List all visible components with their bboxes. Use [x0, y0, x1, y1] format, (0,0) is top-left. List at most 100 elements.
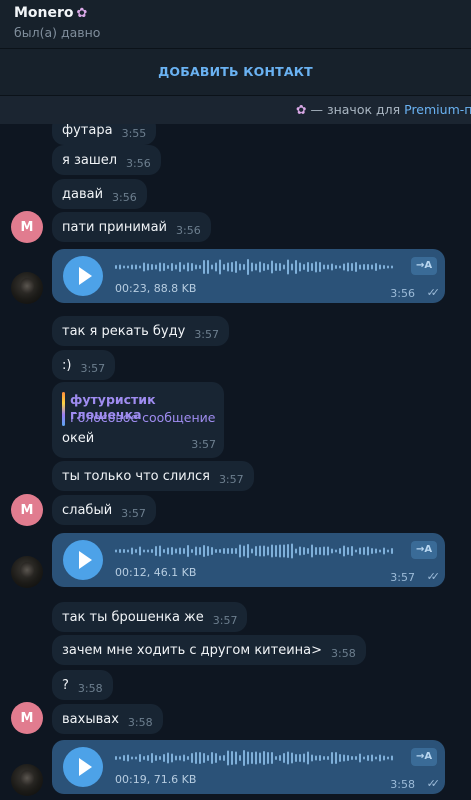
- waveform-bar: [279, 755, 281, 761]
- waveform-bar: [191, 753, 193, 763]
- message-bubble: зачем мне ходить с другом китеина> 3:58: [52, 635, 366, 665]
- waveform-bar: [303, 753, 305, 763]
- waveform-bar: [175, 264, 177, 270]
- waveform-bar: [143, 262, 145, 272]
- waveform[interactable]: [115, 259, 395, 275]
- reply-subtitle[interactable]: Голосовое сообщение: [70, 410, 215, 425]
- waveform-bar: [295, 260, 297, 274]
- waveform-bar: [295, 548, 297, 554]
- transcribe-icon[interactable]: →A: [411, 257, 437, 275]
- waveform-bar: [159, 756, 161, 760]
- play-icon[interactable]: [63, 540, 103, 580]
- message-text: слабый: [62, 502, 113, 518]
- waveform-bar: [231, 751, 233, 765]
- waveform-bar: [327, 546, 329, 556]
- waveform-bar: [347, 547, 349, 555]
- transcribe-icon[interactable]: →A: [411, 748, 437, 766]
- message-time: 3:56: [176, 223, 201, 237]
- waveform-bar: [119, 549, 121, 553]
- message-time: 3:57: [191, 438, 216, 451]
- voice-message: 00:23, 88.8 KB →A 3:56 ✓✓: [52, 249, 445, 303]
- waveform-bar: [119, 264, 121, 270]
- waveform-bar: [131, 756, 133, 760]
- play-icon[interactable]: [63, 256, 103, 296]
- waveform-bar: [163, 754, 165, 762]
- waveform-bar: [179, 547, 181, 555]
- waveform-bar: [203, 753, 205, 763]
- waveform-bar: [195, 546, 197, 556]
- waveform-bar: [271, 752, 273, 764]
- voice-meta: 00:19, 71.6 KB: [115, 773, 197, 786]
- waveform-bar: [115, 549, 117, 553]
- waveform-bar: [343, 545, 345, 557]
- waveform-bar: [355, 549, 357, 553]
- waveform-bar: [335, 549, 337, 553]
- add-contact-button[interactable]: ДОБАВИТЬ КОНТАКТ: [0, 49, 471, 95]
- waveform-bar: [191, 549, 193, 553]
- waveform-bar: [147, 755, 149, 761]
- waveform-bar: [323, 546, 325, 556]
- waveform-bar: [371, 548, 373, 554]
- waveform-bar: [211, 264, 213, 270]
- waveform-bar: [115, 265, 117, 269]
- waveform-bar: [387, 549, 389, 553]
- waveform-bar: [187, 756, 189, 760]
- waveform-bar: [275, 263, 277, 271]
- waveform-bar: [203, 260, 205, 274]
- waveform-bar: [315, 547, 317, 555]
- waveform-bar: [359, 547, 361, 555]
- waveform-bar: [383, 547, 385, 555]
- waveform-bar: [355, 756, 357, 760]
- waveform-bar: [363, 264, 365, 270]
- waveform-bar: [339, 548, 341, 554]
- waveform-bar: [199, 547, 201, 555]
- waveform-bar: [127, 754, 129, 762]
- waveform-bar: [287, 259, 289, 275]
- waveform-bar: [367, 264, 369, 270]
- waveform-bar: [307, 262, 309, 272]
- waveform-bar: [127, 265, 129, 269]
- avatar[interactable]: [11, 764, 43, 796]
- waveform-bar: [359, 264, 361, 270]
- waveform-bar: [179, 262, 181, 272]
- waveform-bar: [263, 545, 265, 557]
- waveform[interactable]: [115, 750, 395, 766]
- waveform-bar: [187, 545, 189, 557]
- waveform-bar: [371, 754, 373, 762]
- waveform-bar: [303, 264, 305, 270]
- waveform-bar: [363, 547, 365, 555]
- waveform-bar: [235, 751, 237, 765]
- play-icon[interactable]: [63, 747, 103, 787]
- message-list[interactable]: футара 3:55 я зашел 3:56 давай 3:56 M пати …: [0, 124, 471, 800]
- waveform-bar: [251, 752, 253, 764]
- waveform-bar: [159, 545, 161, 557]
- waveform-bar: [123, 549, 125, 553]
- transcribe-icon[interactable]: →A: [411, 541, 437, 559]
- waveform-bar: [311, 754, 313, 762]
- avatar[interactable]: M: [11, 494, 43, 526]
- waveform-bar: [363, 756, 365, 760]
- waveform-bar: [335, 265, 337, 269]
- waveform-bar: [351, 756, 353, 760]
- waveform-bar: [331, 752, 333, 764]
- waveform[interactable]: [115, 543, 395, 559]
- message-time: 3:57: [194, 327, 220, 341]
- waveform-bar: [267, 752, 269, 764]
- contact-name-text: Monero: [14, 5, 74, 21]
- waveform-bar: [335, 752, 337, 764]
- voice-message: 00:12, 46.1 KB →A 3:57 ✓✓: [52, 533, 445, 587]
- message-time: 3:57: [218, 472, 244, 486]
- waveform-bar: [267, 264, 269, 270]
- avatar[interactable]: [11, 556, 43, 588]
- waveform-bar: [379, 264, 381, 270]
- waveform-bar: [231, 262, 233, 272]
- avatar[interactable]: [11, 272, 43, 304]
- premium-link[interactable]: Premium-по: [404, 102, 471, 117]
- message-text: зачем мне ходить с другом китеина>: [62, 642, 322, 658]
- avatar[interactable]: M: [11, 702, 43, 734]
- chat-header[interactable]: Monero ✿ был(а) давно: [0, 0, 471, 49]
- waveform-bar: [391, 265, 393, 269]
- reply-message: футуристик глошечка Голосовое сообщение …: [52, 382, 224, 458]
- waveform-bar: [247, 544, 249, 558]
- avatar[interactable]: M: [11, 211, 43, 243]
